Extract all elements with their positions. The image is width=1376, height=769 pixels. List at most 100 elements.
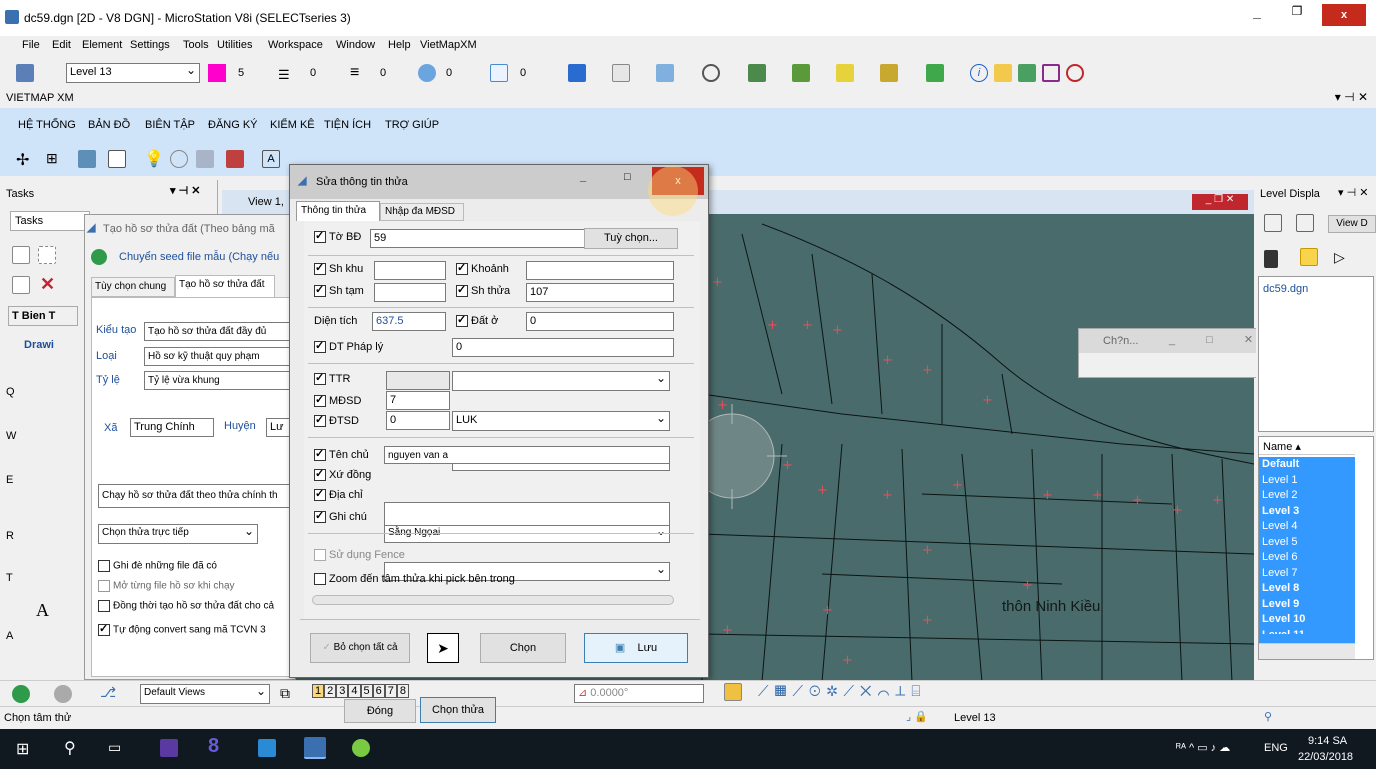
view-button-4[interactable]: 4	[348, 684, 361, 698]
shtam-input[interactable]	[374, 283, 446, 302]
forward-icon[interactable]	[54, 685, 72, 703]
level-list-header[interactable]: Name ▴	[1259, 437, 1355, 455]
checkbox[interactable]	[98, 622, 110, 636]
view-button-7[interactable]: 7	[384, 684, 397, 698]
level-item[interactable]: Level 5	[1262, 535, 1355, 551]
tobd-check[interactable]: Tờ BĐ	[314, 229, 361, 244]
checkbox[interactable]	[98, 600, 110, 612]
level-item[interactable]: Default	[1262, 457, 1355, 473]
view-button-5[interactable]: 5	[360, 684, 373, 698]
app-pp-icon[interactable]	[160, 739, 178, 757]
view-groups-icon[interactable]: ⧉	[280, 685, 290, 702]
tasks-tab[interactable]: Tasks	[10, 211, 90, 231]
level-item[interactable]: Level 8	[1262, 581, 1355, 597]
menu-help[interactable]: Help	[388, 39, 411, 51]
checkbox[interactable]	[456, 283, 468, 298]
level-item[interactable]: Level 7	[1262, 566, 1355, 582]
vm-menu-trogiup[interactable]: TRỢ GIÚP	[385, 119, 439, 131]
tray-icons[interactable]: ᴿᴬ ^ ▭ ♪ ☁	[1176, 741, 1230, 754]
cell-tool-icon[interactable]	[792, 64, 810, 82]
seed-file-label[interactable]: Chuyển seed file mẫu (Chạy nếu	[119, 251, 279, 263]
view-controls-icon[interactable]: _ ❐ ✕	[1192, 194, 1248, 210]
message-center-icon[interactable]: ⚲	[1264, 710, 1272, 723]
stack-icon[interactable]	[196, 150, 214, 168]
ttr-input[interactable]	[386, 371, 450, 390]
option-also-create[interactable]: Đồng thời tạo hồ sơ thửa đất cho cả	[98, 600, 274, 612]
line-style-icon[interactable]: ☰	[278, 67, 290, 83]
checkbox[interactable]	[98, 580, 110, 592]
circle-tool-icon[interactable]	[702, 64, 720, 82]
checkbox[interactable]	[314, 573, 326, 586]
app-folder-icon[interactable]	[258, 739, 276, 757]
checkbox[interactable]	[98, 560, 110, 572]
pencil-icon[interactable]	[836, 64, 854, 82]
checkbox[interactable]	[314, 447, 326, 462]
tasks-close-icon[interactable]: ▾ ⊣ ✕	[170, 184, 200, 197]
default-views-select[interactable]: Default Views	[140, 684, 270, 704]
transfer-icon[interactable]	[226, 150, 244, 168]
file-item[interactable]: dc59.dgn	[1263, 283, 1308, 295]
language-indicator[interactable]: ENG	[1264, 742, 1288, 754]
checkbox[interactable]	[314, 261, 326, 276]
shthua-input[interactable]: 107	[526, 283, 674, 302]
crosshair-icon[interactable]: ✢	[16, 150, 29, 170]
view-dropdown[interactable]: View D	[1328, 215, 1376, 233]
paint-icon[interactable]	[926, 64, 944, 82]
vm-menu-hethong[interactable]: HỆ THỐNG	[18, 119, 76, 131]
menu-window[interactable]: Window	[336, 39, 375, 51]
checkbox[interactable]	[314, 283, 326, 298]
app-vietmap-icon[interactable]	[304, 737, 326, 759]
option-open-each[interactable]: Mở từng file hồ sơ khi chạy	[98, 580, 235, 592]
checkbox[interactable]	[314, 487, 326, 502]
snap-icon[interactable]	[724, 683, 742, 701]
menu-edit[interactable]: Edit	[52, 39, 71, 51]
kieu-input[interactable]: Tạo hồ sơ thửa đất đầy đủ	[144, 322, 294, 341]
checkbox[interactable]	[314, 413, 326, 428]
grid-icon[interactable]	[1042, 64, 1060, 82]
level-scrollbar[interactable]	[1259, 643, 1355, 659]
shthua-check[interactable]: Sh thửa	[456, 283, 510, 298]
tenchu-check[interactable]: Tên chủ	[314, 447, 369, 462]
ghichu-input[interactable]	[384, 502, 670, 526]
checkbox[interactable]	[314, 467, 326, 482]
shkhu-input[interactable]	[374, 261, 446, 280]
level-item[interactable]: Level 2	[1262, 488, 1355, 504]
copy-icon[interactable]	[656, 64, 674, 82]
view-button-2[interactable]: 2	[324, 684, 337, 698]
menu-settings[interactable]: Settings	[130, 39, 170, 51]
tyle-input[interactable]: Tỷ lệ vừa khung	[144, 371, 294, 390]
color-swatch[interactable]	[208, 64, 226, 82]
checkbox[interactable]	[314, 393, 326, 408]
level-item[interactable]: Level 1	[1262, 473, 1355, 489]
menu-workspace[interactable]: Workspace	[268, 39, 323, 51]
vm-menu-bientap[interactable]: BIÊN TẬP	[145, 119, 195, 131]
angle-input[interactable]: ⊿ 0.0000°	[574, 684, 704, 703]
restore-button[interactable]: ❐	[1280, 4, 1314, 26]
task-item-bient[interactable]: T Bien T	[8, 306, 78, 326]
menu-vietmapxm[interactable]: VietMapXM	[420, 39, 477, 51]
pin-icon[interactable]: ▾ ⊣ ✕	[1335, 90, 1368, 104]
seed-icon[interactable]	[91, 249, 107, 265]
mdsd-check[interactable]: MĐSD	[314, 393, 361, 408]
menu-utilities[interactable]: Utilities	[217, 39, 252, 51]
loai-input[interactable]: Hồ sơ kỹ thuật quy phạm	[144, 347, 294, 366]
tab-multi-mdsd[interactable]: Nhập đa MĐSD	[380, 203, 464, 221]
table-icon[interactable]: ⊞	[46, 150, 58, 167]
level-item[interactable]: Level 9	[1262, 597, 1355, 613]
modify-tool-icon[interactable]	[12, 276, 30, 294]
shkhu-check[interactable]: Sh khu	[314, 261, 363, 276]
levels-icon[interactable]	[1264, 214, 1282, 232]
level-item[interactable]: Level 6	[1262, 550, 1355, 566]
tab-create-profile[interactable]: Tạo hồ sơ thửa đất	[175, 275, 275, 297]
mdsd-select[interactable]: LUK	[452, 411, 670, 431]
option-overwrite[interactable]: Ghi đè những file đã có	[98, 560, 217, 572]
dtsd-check[interactable]: ĐTSD	[314, 413, 359, 428]
snap-tools-icon[interactable]: ⟋▦⟋⊙✲⟋✕⌒⊥⌸	[758, 683, 926, 700]
view-button-6[interactable]: 6	[372, 684, 385, 698]
task-view-icon[interactable]: ▭	[108, 739, 121, 756]
play-icon[interactable]: ▷	[1334, 249, 1345, 266]
app-eight-icon[interactable]: 8	[208, 735, 219, 758]
khoanh-check[interactable]: Khoảnh	[456, 261, 509, 276]
tobd-input[interactable]: 59	[370, 229, 592, 248]
tenchu-input[interactable]: nguyen van a	[384, 446, 670, 464]
